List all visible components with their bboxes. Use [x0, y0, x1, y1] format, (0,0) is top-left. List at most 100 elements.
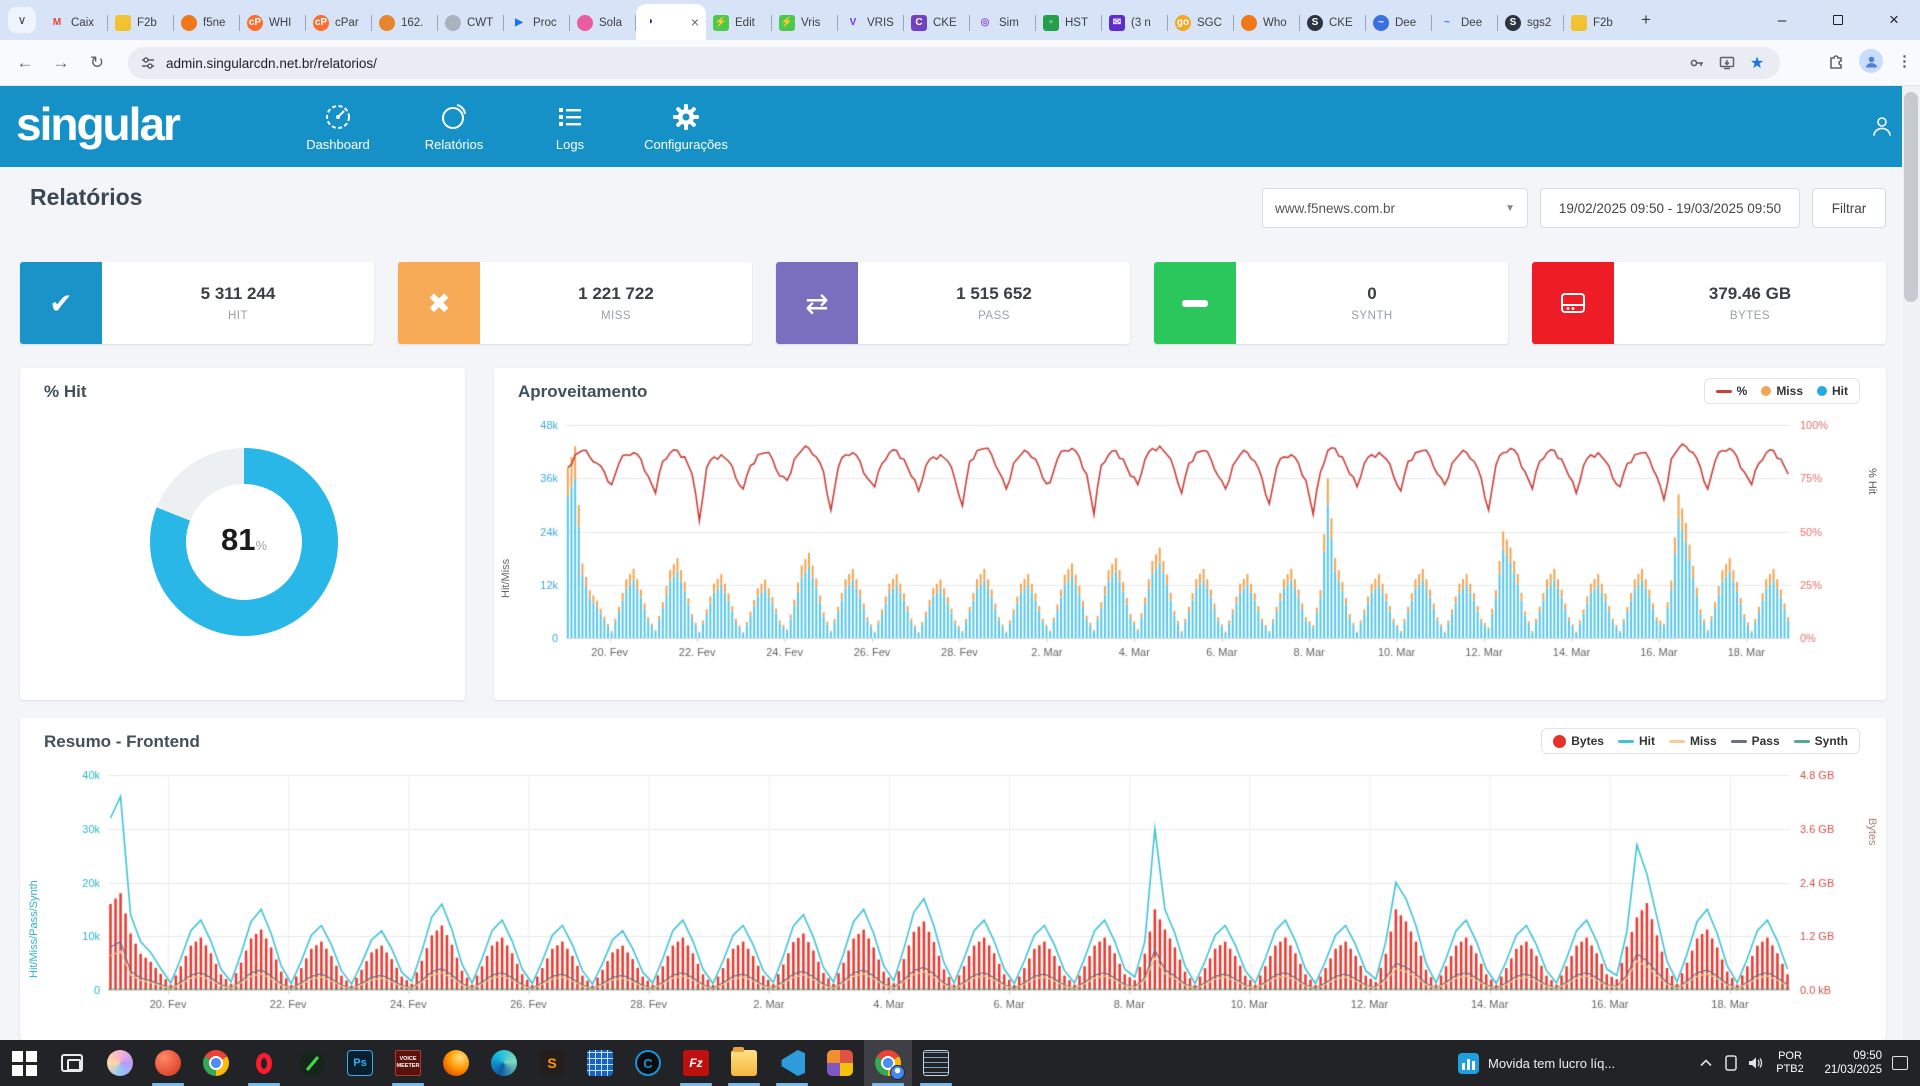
singular-logo[interactable]: singular	[16, 97, 179, 151]
browser-tab[interactable]: F2b	[1564, 6, 1630, 40]
legend-item-miss[interactable]: Miss	[1761, 384, 1803, 398]
browser-tab-active[interactable]: ◗×	[636, 4, 706, 40]
notepad-glyph	[923, 1050, 949, 1076]
browser-tab[interactable]: CCKE	[904, 6, 970, 40]
news-widget[interactable]: Movida tem lucro líq...	[1458, 1040, 1615, 1086]
browser-tab[interactable]: ◎Sim	[970, 6, 1036, 40]
legend-item-hit[interactable]: Hit	[1618, 734, 1655, 748]
browser-tab[interactable]: ⚡Vris	[772, 6, 838, 40]
browser-tab[interactable]: f5ne	[174, 6, 240, 40]
gear-icon	[671, 102, 701, 132]
taskbar-vscode-icon[interactable]	[768, 1040, 816, 1086]
reload-button[interactable]: ↻	[84, 50, 110, 76]
site-info-icon[interactable]	[140, 55, 156, 71]
browser-tab[interactable]: MCaix	[42, 6, 108, 40]
forward-button[interactable]: →	[48, 50, 74, 76]
taskbar-calculator-icon[interactable]	[576, 1040, 624, 1086]
action-center-icon[interactable]	[1892, 1056, 1908, 1070]
window-maximize-button[interactable]	[1812, 0, 1864, 40]
tray-chevron-up-icon[interactable]	[1693, 1040, 1718, 1086]
taskbar-filezilla-icon[interactable]: Fz	[672, 1040, 720, 1086]
legend-item-miss[interactable]: Miss	[1669, 734, 1717, 748]
address-bar[interactable]: admin.singularcdn.net.br/relatorios/ ★	[128, 47, 1780, 79]
browser-tab[interactable]: Who	[1234, 6, 1300, 40]
extensions-icon[interactable]	[1827, 52, 1845, 70]
browser-tab[interactable]: SCKE	[1300, 6, 1366, 40]
page-scrollbar[interactable]	[1902, 86, 1920, 1040]
legend-label: Pass	[1752, 734, 1780, 748]
legend-item-pct[interactable]: %	[1716, 384, 1748, 398]
legend-item-synth[interactable]: Synth	[1794, 734, 1848, 748]
browser-menu-icon[interactable]: ⋮	[1897, 52, 1912, 70]
browser-tab[interactable]: ~Dee	[1432, 6, 1498, 40]
browser-tab[interactable]: ⚡Edit	[706, 6, 772, 40]
profile-avatar[interactable]	[1859, 49, 1883, 73]
browser-tab[interactable]: CWT	[438, 6, 504, 40]
browser-tab[interactable]: cPWHI	[240, 6, 306, 40]
taskbar-copilot-icon[interactable]	[96, 1040, 144, 1086]
nav-item-configuracoes[interactable]: Configurações	[628, 86, 744, 167]
taskbar-opera-icon[interactable]	[240, 1040, 288, 1086]
tab-close-icon[interactable]: ×	[691, 15, 699, 29]
edge-glyph	[491, 1050, 517, 1076]
taskbar-pen-icon[interactable]	[288, 1040, 336, 1086]
nav-item-logs[interactable]: Logs	[512, 86, 628, 167]
browser-tab[interactable]: goSGC	[1168, 6, 1234, 40]
taskbar-photoshop-icon[interactable]: Ps	[336, 1040, 384, 1086]
browser-tab-strip: ∨ MCaixF2bf5necPWHIcPcPar162.CWT▶ProcSol…	[0, 0, 1920, 40]
bookmark-star-icon[interactable]: ★	[1746, 52, 1768, 74]
browser-tab[interactable]: VVRIS	[838, 6, 904, 40]
taskbar-edge-icon[interactable]	[480, 1040, 528, 1086]
stat-label: BYTES	[1730, 310, 1770, 322]
new-tab-button[interactable]: +	[1634, 8, 1658, 32]
browser-tab[interactable]: Ssgs2	[1498, 6, 1564, 40]
taskbar-ccleaner-icon[interactable]	[144, 1040, 192, 1086]
nav-item-dashboard[interactable]: Dashboard	[280, 86, 396, 167]
taskbar-sublime-icon[interactable]: S	[528, 1040, 576, 1086]
browser-tab[interactable]: ▫HST	[1036, 6, 1102, 40]
window-close-button[interactable]: ×	[1868, 0, 1920, 40]
back-button[interactable]: ←	[12, 50, 38, 76]
browser-tab[interactable]: cPcPar	[306, 6, 372, 40]
site-select[interactable]: www.f5news.com.br ▼	[1262, 188, 1528, 228]
date-range-input[interactable]: 19/02/2025 09:50 - 19/03/2025 09:50	[1540, 188, 1800, 228]
window-minimize-button[interactable]: –	[1756, 0, 1808, 40]
url-text[interactable]: admin.singularcdn.net.br/relatorios/	[166, 56, 1678, 71]
taskbar-explorer-icon[interactable]	[720, 1040, 768, 1086]
filter-button[interactable]: Filtrar	[1812, 188, 1886, 228]
nav-item-relatorios[interactable]: Relatórios	[396, 86, 512, 167]
tab-label: SGC	[1197, 17, 1222, 29]
user-icon[interactable]	[1870, 114, 1894, 143]
browser-tab[interactable]: Sola	[570, 6, 636, 40]
stat-label: MISS	[601, 310, 631, 322]
taskbar-ccleaner-blue-icon[interactable]: C	[624, 1040, 672, 1086]
taskbar-chrome-profile-icon[interactable]	[864, 1040, 912, 1086]
taskbar-chrome-icon[interactable]	[192, 1040, 240, 1086]
tray-speaker-icon[interactable]	[1743, 1040, 1768, 1086]
browser-tab[interactable]: ▶Proc	[504, 6, 570, 40]
browser-tab[interactable]: 162.	[372, 6, 438, 40]
tray-phone-icon[interactable]	[1718, 1040, 1743, 1086]
taskbar-voicemeeter-icon[interactable]: VOICE MEETER	[384, 1040, 432, 1086]
tab-search-icon[interactable]: ∨	[8, 7, 36, 33]
browser-tab[interactable]: ~Dee	[1366, 6, 1432, 40]
taskbar-taskview-icon[interactable]	[48, 1040, 96, 1086]
taskbar-blocks-icon[interactable]	[816, 1040, 864, 1086]
taskbar-notepad-icon[interactable]	[912, 1040, 960, 1086]
taskbar-start-icon[interactable]	[0, 1040, 48, 1086]
install-icon[interactable]	[1716, 52, 1738, 74]
browser-tab[interactable]: F2b	[108, 6, 174, 40]
legend-item-hit[interactable]: Hit	[1817, 384, 1848, 398]
browser-tab[interactable]: ✉(3 n	[1102, 6, 1168, 40]
language-indicator[interactable]: POR PTB2	[1768, 1050, 1812, 1076]
tab-label: (3 n	[1131, 17, 1151, 29]
legend-item-bytes[interactable]: Bytes	[1553, 734, 1604, 748]
chrome-glyph	[203, 1050, 229, 1076]
password-key-icon[interactable]	[1686, 52, 1708, 74]
taskbar-clock[interactable]: 09:50 21/03/2025	[1812, 1049, 1886, 1077]
legend-item-pass[interactable]: Pass	[1731, 734, 1780, 748]
ccleaner-glyph	[155, 1050, 181, 1076]
tab-label: Dee	[1395, 17, 1416, 29]
taskbar-firefox-icon[interactable]	[432, 1040, 480, 1086]
scrollbar-thumb[interactable]	[1904, 92, 1918, 302]
